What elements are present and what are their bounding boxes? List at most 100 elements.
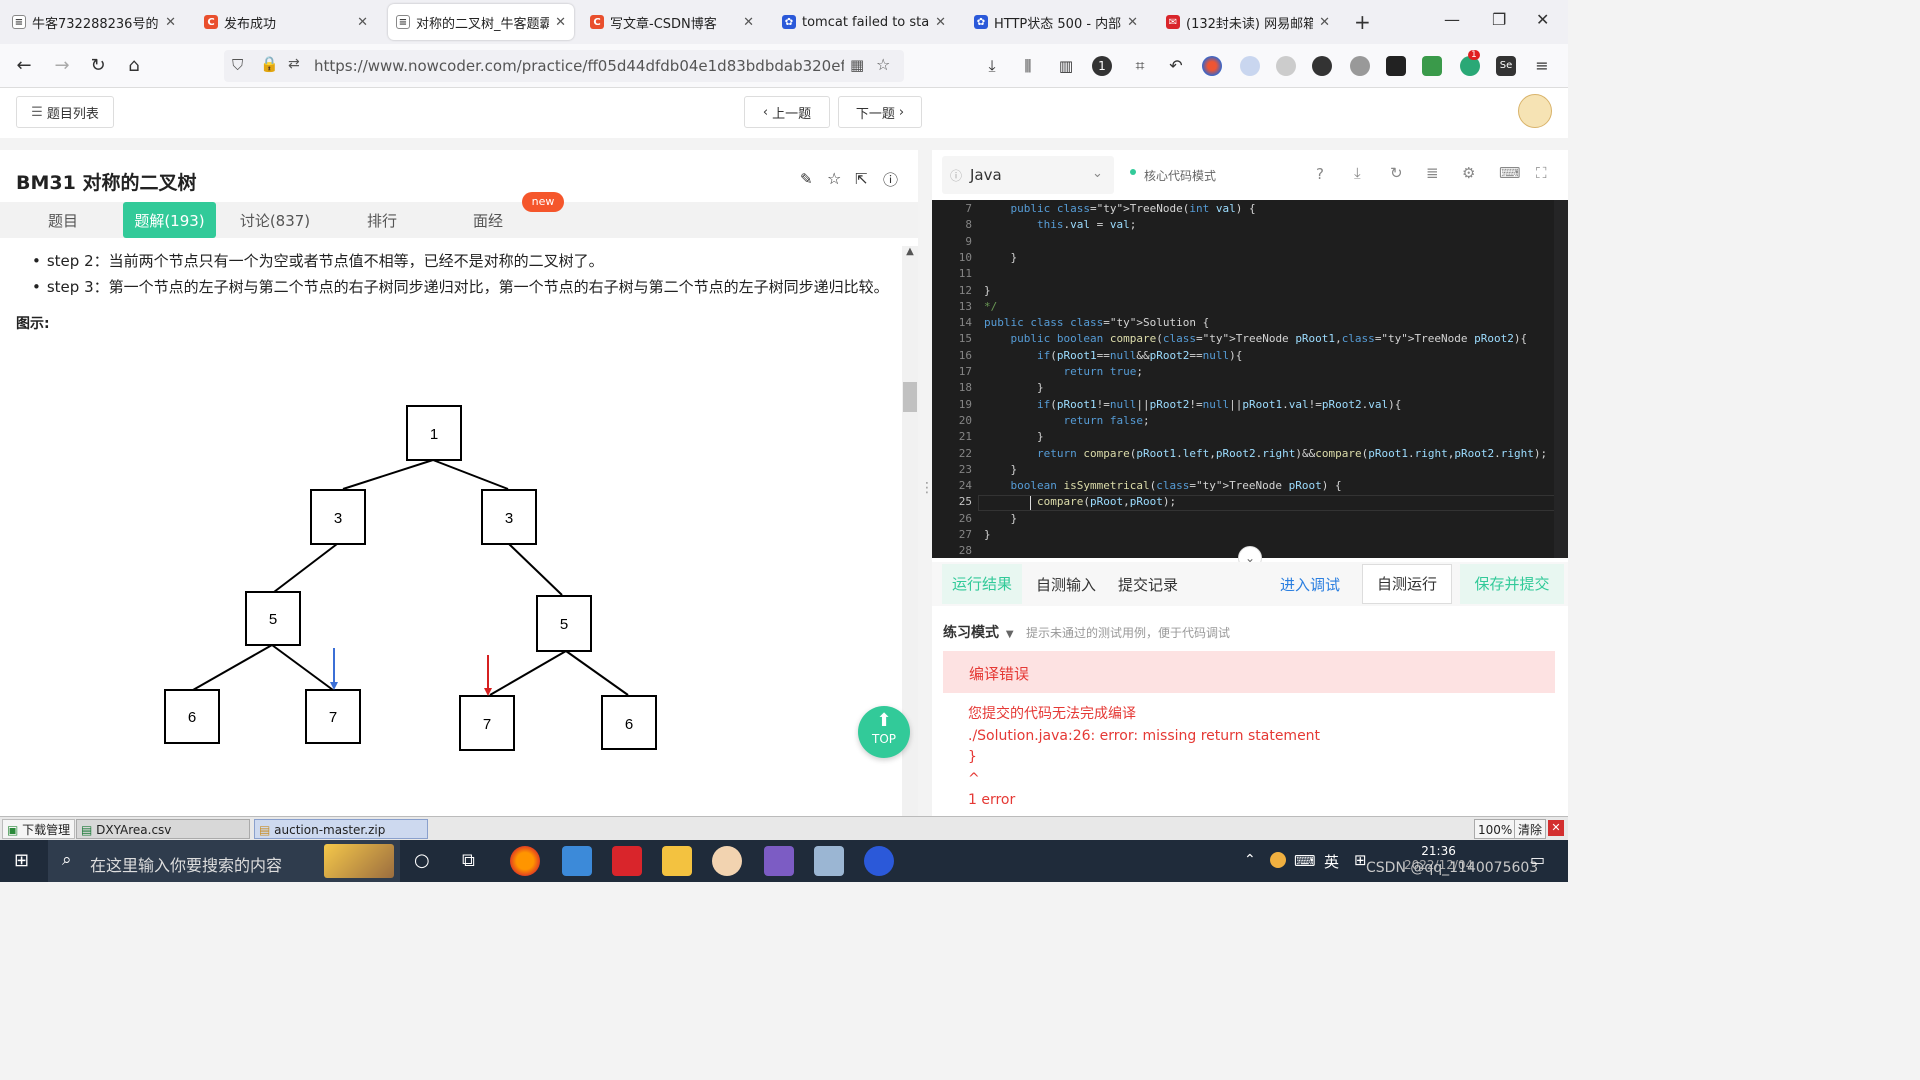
code-line[interactable]: return compare(pRoot1.left,pRoot2.right)… xyxy=(984,447,1547,460)
notification-center-icon[interactable]: ▭ xyxy=(1530,850,1545,869)
language-select[interactable]: ⓘ Java ⌄ xyxy=(942,156,1114,194)
code-line[interactable]: if(pRoot1!=null||pRoot2!=null||pRoot1.va… xyxy=(984,398,1401,411)
self-run-button[interactable]: 自测运行 xyxy=(1362,564,1452,604)
extension-ring-icon[interactable] xyxy=(1312,56,1332,76)
mountain-app-icon[interactable] xyxy=(764,846,794,876)
netease-mail-favicon-icon: ✉ xyxy=(1166,15,1180,29)
code-line[interactable]: public class class="ty">Solution { xyxy=(984,316,1209,329)
code-editor[interactable]: 7 public class="ty">TreeNode(int val) {8… xyxy=(932,200,1568,558)
taskbar-search[interactable]: ⌕ 在这里输入你要搜索的内容 xyxy=(48,840,400,882)
new-tab-button[interactable]: + xyxy=(1354,10,1371,34)
close-tab-icon[interactable]: ✕ xyxy=(1319,15,1330,30)
editor-scrollbar[interactable] xyxy=(1554,200,1568,558)
arrow-up-icon: ⬆ xyxy=(876,710,892,731)
keyboard-icon[interactable]: ⌨ xyxy=(1499,164,1521,182)
code-line[interactable]: } xyxy=(984,463,1017,476)
browser-tab[interactable]: ✿ HTTP状态 500 - 内部服务 ✕ xyxy=(966,4,1146,40)
tree-node-value: 1 xyxy=(430,426,438,443)
minimize-icon[interactable]: — xyxy=(1444,10,1460,29)
firefox-app-icon[interactable] xyxy=(510,846,540,876)
code-line[interactable]: } xyxy=(984,512,1017,525)
tab-run-result[interactable]: 运行结果 xyxy=(942,564,1022,604)
windows-start-icon[interactable]: ⊞ xyxy=(14,851,34,871)
format-icon[interactable]: ≣ xyxy=(1426,164,1439,182)
line-number: 26 xyxy=(958,511,972,525)
code-line[interactable]: } xyxy=(984,528,991,541)
back-to-top-button[interactable]: ⬆ TOP xyxy=(858,706,910,758)
code-line[interactable]: } xyxy=(984,430,1044,443)
extension-color-icon[interactable] xyxy=(1202,56,1222,76)
fullscreen-icon[interactable]: ⛶ xyxy=(1536,164,1547,182)
sidebar-icon[interactable]: ▥ xyxy=(1054,54,1078,78)
clear-downloads-button[interactable]: 清除 xyxy=(1514,819,1547,839)
code-line[interactable]: } xyxy=(984,284,991,297)
keyboard-tray-icon[interactable]: ⌨ xyxy=(1294,852,1316,870)
result-tabs: 运行结果 自测输入 提交记录 进入调试 自测运行 保存并提交 xyxy=(932,562,1568,606)
code-line[interactable]: } xyxy=(984,251,1017,264)
extension-green-icon[interactable] xyxy=(1422,56,1442,76)
zoom-level[interactable]: 100% xyxy=(1474,819,1517,839)
browser-app-icon[interactable] xyxy=(864,846,894,876)
download-manager-button[interactable]: ▣ 下载管理 xyxy=(2,819,76,839)
reset-icon[interactable]: ↻ xyxy=(1390,164,1403,182)
task-view-icon[interactable]: ⧉ xyxy=(462,850,475,871)
code-line[interactable]: */ xyxy=(984,300,997,313)
crop-icon[interactable]: ⌗ xyxy=(1128,54,1152,78)
browser-tab[interactable]: ✉ (132封未读) 网易邮箱6.0 ✕ xyxy=(1158,4,1338,40)
download-item[interactable]: ▤ DXYArea.csv xyxy=(76,819,250,839)
code-line[interactable]: this.val = val; xyxy=(984,218,1136,231)
download-code-icon[interactable]: ⤓ xyxy=(1354,164,1361,182)
panel-resize-handle[interactable]: ⋮ xyxy=(920,480,934,510)
tray-expand-icon[interactable]: ⌃ xyxy=(1244,852,1256,868)
undo-icon[interactable]: ↶ xyxy=(1164,54,1188,78)
caret-down-icon: ▼ xyxy=(1005,629,1014,640)
code-line[interactable]: public class="ty">TreeNode(int val) { xyxy=(984,202,1256,215)
cortana-icon[interactable]: ○ xyxy=(414,850,430,871)
restore-icon[interactable]: ❐ xyxy=(1492,10,1506,29)
settings-gear-icon[interactable]: ⚙ xyxy=(1462,164,1475,182)
code-line[interactable]: } xyxy=(984,381,1044,394)
close-window-icon[interactable]: ✕ xyxy=(1536,10,1549,29)
debug-button[interactable]: 进入调试 xyxy=(1280,574,1340,595)
error-line: ./Solution.java:26: error: missing retur… xyxy=(968,727,1321,744)
clock-time: 21:36 xyxy=(1421,844,1456,858)
tree-edge xyxy=(508,543,563,596)
tab-custom-input[interactable]: 自测输入 xyxy=(1036,574,1096,595)
code-line[interactable]: return false; xyxy=(984,414,1149,427)
extension-one-icon[interactable]: 1 xyxy=(1092,56,1112,76)
download-icon[interactable]: ⤓ xyxy=(980,54,1004,78)
practice-mode-select[interactable]: 练习模式 ▼ xyxy=(943,622,1014,642)
ime-grid-icon[interactable]: ⊞ xyxy=(1354,851,1367,869)
avatar-app-icon[interactable] xyxy=(712,846,742,876)
ghostery-icon[interactable] xyxy=(1276,56,1296,76)
user-avatar[interactable] xyxy=(1518,94,1552,128)
ime-language-indicator[interactable]: 英 xyxy=(1324,851,1339,872)
help-icon[interactable]: ? xyxy=(1316,165,1324,183)
remote-app-icon[interactable] xyxy=(814,846,844,876)
close-tab-icon[interactable]: ✕ xyxy=(935,15,946,30)
download-item[interactable]: ▤ auction-master.zip xyxy=(254,819,428,839)
extension-mask-icon[interactable] xyxy=(1386,56,1406,76)
wps-app-icon[interactable] xyxy=(612,846,642,876)
search-placeholder: 在这里输入你要搜索的内容 xyxy=(90,856,283,875)
globe-icon[interactable] xyxy=(1350,56,1370,76)
line-number: 14 xyxy=(958,316,972,330)
file-explorer-app-icon[interactable] xyxy=(662,846,692,876)
close-downloads-icon[interactable]: ✕ xyxy=(1548,820,1564,836)
error-output: 您提交的代码无法完成编译 ./Solution.java:26: error: … xyxy=(968,704,1320,812)
privacy-badger-icon[interactable] xyxy=(1240,56,1260,76)
code-line[interactable]: return true; xyxy=(984,365,1143,378)
code-line[interactable]: public boolean compare(class="ty">TreeNo… xyxy=(984,332,1528,345)
close-tab-icon[interactable]: ✕ xyxy=(1127,15,1138,30)
selenium-icon[interactable]: Se xyxy=(1496,56,1516,76)
line-number: 25 xyxy=(958,495,972,509)
tab-submission-history[interactable]: 提交记录 xyxy=(1118,574,1178,595)
save-submit-button[interactable]: 保存并提交 xyxy=(1460,564,1564,604)
file-tools-app-icon[interactable] xyxy=(562,846,592,876)
menu-icon[interactable]: ≡ xyxy=(1530,54,1554,78)
code-line[interactable]: if(pRoot1==null&&pRoot2==null){ xyxy=(984,349,1242,362)
library-icon[interactable]: ⫼ xyxy=(1016,54,1040,78)
qq-tray-icon[interactable] xyxy=(1270,852,1286,868)
extension-notify-icon[interactable]: 1 xyxy=(1460,50,1480,76)
code-line[interactable]: boolean isSymmetrical(class="ty">TreeNod… xyxy=(984,479,1342,492)
